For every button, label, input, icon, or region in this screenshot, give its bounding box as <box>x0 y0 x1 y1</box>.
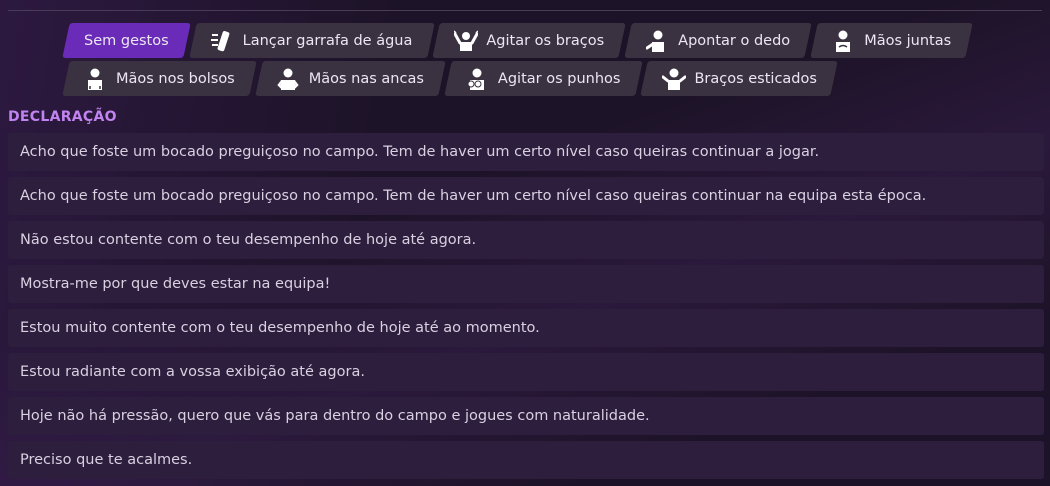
gesture-chip-maos-juntas[interactable]: Mãos juntas <box>814 23 969 58</box>
statement-option[interactable]: Não estou contente com o teu desempenho … <box>8 221 1044 259</box>
gesture-label: Agitar os braços <box>486 32 605 49</box>
gesture-label: Lançar garrafa de água <box>242 32 413 49</box>
point-finger-icon <box>645 29 668 53</box>
hands-pockets-icon <box>84 67 106 91</box>
gesture-label: Mãos nas ancas <box>308 70 424 87</box>
statement-option[interactable]: Hoje não há pressão, quero que vás para … <box>8 397 1044 435</box>
gesture-row-2: Mãos nos bolsos Mãos nas ancas Agitar os… <box>66 61 835 97</box>
gesture-chip-apontar-dedo[interactable]: Apontar o dedo <box>628 23 808 58</box>
arms-outstretched-icon <box>661 67 687 91</box>
gesture-chip-lancar-garrafa[interactable]: Lançar garrafa de água <box>193 23 431 58</box>
gesture-chip-maos-bolsos[interactable]: Mãos nos bolsos <box>66 61 253 96</box>
gesture-label: Mãos nos bolsos <box>116 70 235 87</box>
section-label: DECLARAÇÃO <box>8 109 117 125</box>
gesture-chip-bracos-esticados[interactable]: Braços esticados <box>644 61 834 96</box>
gesture-label: Mãos juntas <box>864 32 952 49</box>
statement-option[interactable]: Estou muito contente com o teu desempenh… <box>8 309 1044 347</box>
gesture-chip-agitar-punhos[interactable]: Agitar os punhos <box>448 61 639 96</box>
top-divider <box>8 10 1042 11</box>
shake-fists-icon <box>466 67 488 91</box>
gesture-label: Agitar os punhos <box>497 70 621 87</box>
statement-option[interactable]: Acho que foste um bocado preguiçoso no c… <box>8 177 1044 215</box>
statement-option[interactable]: Estou radiante com a vossa exibição até … <box>8 353 1044 391</box>
wave-arms-icon <box>453 29 479 53</box>
gesture-label: Apontar o dedo <box>678 32 791 49</box>
statement-option[interactable]: Mostra-me por que deves estar na equipa! <box>8 265 1044 303</box>
statement-option[interactable]: Acho que foste um bocado preguiçoso no c… <box>8 133 1044 171</box>
gesture-chip-sem-gestos[interactable]: Sem gestos <box>66 23 187 58</box>
gesture-label: Sem gestos <box>84 32 169 49</box>
gesture-chip-agitar-bracos[interactable]: Agitar os braços <box>436 23 622 58</box>
water-bottle-icon <box>210 29 233 53</box>
statement-list: Acho que foste um bocado preguiçoso no c… <box>8 133 1044 485</box>
hands-together-icon <box>832 29 854 53</box>
gesture-row-1: Sem gestos Lançar garrafa de água Agitar… <box>66 23 969 59</box>
gesture-chip-maos-ancas[interactable]: Mãos nas ancas <box>259 61 442 96</box>
statement-option[interactable]: Preciso que te acalmes. <box>8 441 1044 479</box>
hands-hips-icon <box>277 67 299 91</box>
gesture-label: Braços esticados <box>694 70 817 87</box>
